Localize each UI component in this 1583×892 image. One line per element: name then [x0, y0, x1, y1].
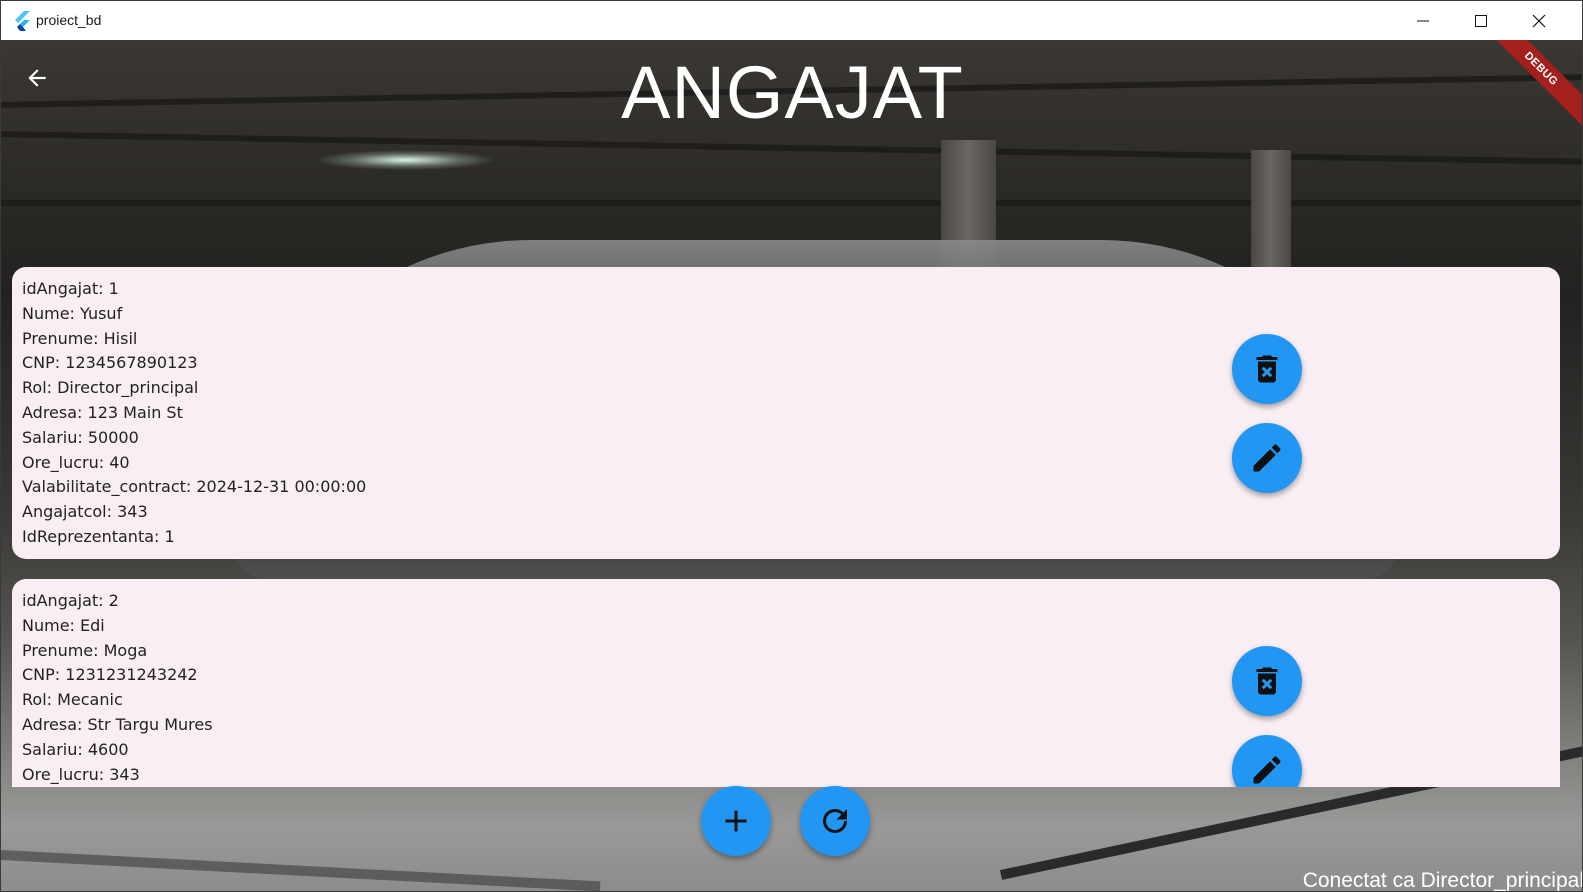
title-bar: proiect_bd	[1, 1, 1582, 40]
field-nume: Nume: Yusuf	[22, 303, 123, 323]
field-ore-lucru: Ore_lucru: 40	[22, 452, 130, 472]
field-nume: Nume: Edi	[22, 615, 105, 635]
field-salariu: Salariu: 4600	[22, 739, 129, 759]
employee-list[interactable]: idAngajat: 1 Nume: Yusuf Prenume: Hisil …	[12, 267, 1560, 787]
page-title: ANGAJAT	[621, 51, 964, 134]
delete-button[interactable]	[1232, 334, 1302, 404]
refresh-icon	[823, 809, 847, 833]
edit-button[interactable]	[1232, 423, 1302, 493]
field-prenume: Prenume: Hisil	[22, 328, 138, 348]
field-ore-lucru: Ore_lucru: 343	[22, 764, 140, 784]
maximize-button[interactable]	[1452, 1, 1510, 40]
maximize-icon	[1475, 14, 1487, 27]
close-icon	[1532, 14, 1546, 27]
field-angajatcol: Angajatcol: 343	[22, 502, 148, 522]
field-valabilitate-contract: Valabilitate_contract: 2024-12-31 00:00:…	[22, 477, 367, 497]
add-icon	[725, 810, 747, 832]
field-id: idAngajat: 1	[22, 279, 119, 298]
logged-in-status: Conectat ca Director_principal	[1302, 869, 1583, 892]
field-idreprezentanta: IdReprezentanta: 1	[22, 526, 175, 546]
employee-card: idAngajat: 2 Nume: Edi Prenume: Moga CNP…	[12, 579, 1560, 787]
edit-pencil-icon	[1253, 444, 1281, 472]
field-id: idAngajat: 2	[22, 591, 119, 610]
field-salariu: Salariu: 50000	[22, 427, 139, 447]
delete-button[interactable]	[1232, 646, 1302, 716]
close-button[interactable]	[1510, 1, 1568, 40]
minimize-button[interactable]	[1394, 1, 1452, 40]
edit-pencil-icon	[1253, 756, 1281, 784]
field-adresa: Adresa: Str Targu Mures	[22, 714, 213, 734]
page-content: ANGAJAT DEBUG idAngajat: 1 Nume: Yusuf P…	[1, 40, 1583, 892]
field-cnp: CNP: 1234567890123	[22, 353, 198, 373]
refresh-button[interactable]	[800, 786, 870, 856]
app-window: proiect_bd ANGAJAT DEBUG idAngajat: 1 Nu…	[0, 0, 1583, 892]
delete-forever-icon	[1256, 355, 1278, 383]
delete-forever-icon	[1256, 667, 1278, 695]
window-title: proiect_bd	[36, 12, 102, 28]
field-rol: Rol: Director_principal	[22, 378, 199, 398]
field-prenume: Prenume: Moga	[22, 640, 148, 660]
field-rol: Rol: Mecanic	[22, 690, 123, 710]
field-cnp: CNP: 1231231243242	[22, 665, 198, 685]
add-button[interactable]	[701, 786, 771, 856]
field-adresa: Adresa: 123 Main St	[22, 402, 183, 422]
minimize-icon	[1417, 20, 1429, 21]
employee-card: idAngajat: 1 Nume: Yusuf Prenume: Hisil …	[12, 267, 1560, 559]
flutter-logo-icon	[15, 11, 30, 31]
